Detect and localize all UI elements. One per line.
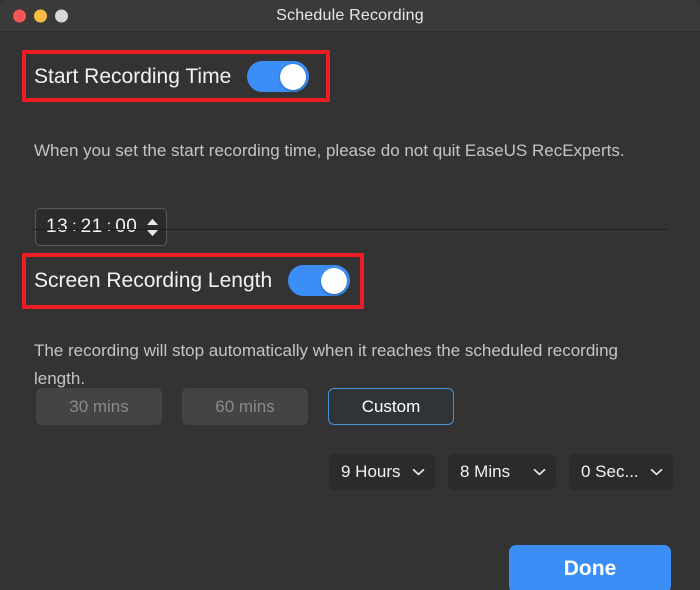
time-separator: :: [106, 218, 112, 235]
duration-seconds-value: 0 Sec...: [581, 462, 639, 481]
time-minutes-segment[interactable]: 21: [81, 216, 103, 238]
duration-minutes-dropdown[interactable]: 8 Mins: [448, 454, 556, 490]
chevron-down-icon: [412, 468, 425, 476]
chevron-down-icon: [650, 468, 663, 476]
window-title: Schedule Recording: [276, 6, 424, 24]
duration-presets: 30 mins 60 mins Custom: [36, 388, 454, 425]
duration-hours-dropdown[interactable]: 9 Hours: [329, 454, 435, 490]
start-recording-time-label: Start Recording Time: [34, 64, 232, 88]
maximize-window-button[interactable]: [55, 9, 68, 22]
dialog-content: Start Recording Time When you set the st…: [0, 32, 700, 590]
duration-hours-value: 9 Hours: [341, 462, 401, 481]
preset-60-mins-button[interactable]: 60 mins: [182, 388, 308, 425]
duration-minutes-value: 8 Mins: [460, 462, 511, 481]
start-recording-description: When you set the start recording time, p…: [34, 141, 625, 160]
done-button[interactable]: Done: [509, 545, 671, 590]
start-recording-time-row: Start Recording Time: [34, 61, 310, 92]
toggle-knob: [321, 267, 348, 294]
custom-duration-dropdowns: 9 Hours 8 Mins 0 Sec...: [329, 454, 673, 490]
recording-length-description: The recording will stop automatically wh…: [34, 341, 618, 388]
preset-30-mins-button[interactable]: 30 mins: [36, 388, 162, 425]
chevron-up-icon: [147, 218, 159, 225]
time-hours-segment[interactable]: 13: [46, 216, 68, 238]
preset-custom-button[interactable]: Custom: [328, 388, 454, 425]
traffic-lights: [13, 9, 68, 22]
section-divider: [33, 229, 667, 230]
close-window-button[interactable]: [13, 9, 26, 22]
screen-recording-length-row: Screen Recording Length: [34, 265, 351, 296]
time-separator: :: [72, 218, 77, 235]
chevron-down-icon: [533, 468, 546, 476]
screen-recording-length-toggle[interactable]: [288, 265, 351, 296]
title-bar: Schedule Recording: [0, 0, 700, 32]
screen-recording-length-label: Screen Recording Length: [34, 268, 273, 292]
minimize-window-button[interactable]: [34, 9, 47, 22]
start-recording-time-toggle[interactable]: [247, 61, 310, 92]
time-stepper[interactable]: [146, 218, 159, 237]
start-time-input[interactable]: 13 : 21 : 00: [35, 208, 168, 246]
duration-seconds-dropdown[interactable]: 0 Sec...: [569, 454, 673, 490]
toggle-knob: [280, 63, 307, 90]
schedule-recording-window: Schedule Recording Start Recording Time …: [0, 0, 700, 590]
time-seconds-segment[interactable]: 00: [115, 216, 137, 238]
